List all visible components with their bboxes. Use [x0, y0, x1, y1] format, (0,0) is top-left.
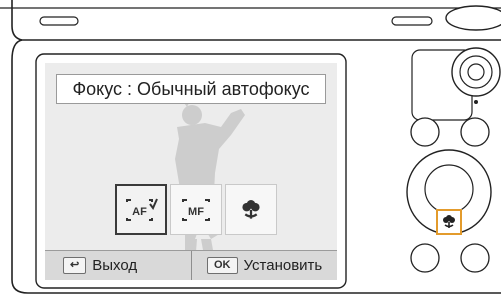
back-key-icon: ↩ — [63, 257, 87, 274]
macro-flower-icon — [242, 199, 260, 219]
left-top-button[interactable] — [410, 117, 440, 147]
back-label: Выход — [92, 257, 138, 274]
left-bottom-button[interactable] — [410, 243, 440, 273]
top-slot-right — [391, 16, 433, 26]
bottom-bar-divider — [191, 251, 192, 280]
set-action[interactable]: OK Установить — [207, 251, 322, 280]
svg-text:AF: AF — [132, 206, 147, 218]
macro-dpad-highlight[interactable] — [436, 209, 462, 235]
macro-flower-icon — [443, 215, 455, 228]
option-mf[interactable]: MF — [170, 184, 222, 235]
top-slot-left — [39, 16, 79, 26]
mf-icon: MF — [182, 198, 210, 221]
option-macro[interactable] — [225, 184, 277, 235]
ok-center-button[interactable] — [424, 164, 474, 214]
back-action[interactable]: ↩ Выход — [63, 251, 137, 280]
focus-options: AF MF — [115, 184, 277, 235]
svg-text:MF: MF — [188, 206, 204, 218]
ok-key-icon: OK — [207, 257, 238, 274]
set-label: Установить — [243, 257, 323, 274]
menu-title: Фокус : Обычный автофокус — [56, 74, 326, 104]
right-top-button[interactable] — [460, 117, 490, 147]
bottom-bar: ↩ Выход OK Установить — [45, 250, 337, 280]
lcd-screen: Фокус : Обычный автофокус AF MF ↩ Выход … — [45, 63, 337, 280]
af-normal-icon: AF — [126, 198, 158, 221]
right-bottom-button[interactable] — [460, 243, 490, 273]
option-af-normal[interactable]: AF — [115, 184, 167, 235]
mode-dial[interactable] — [445, 5, 501, 31]
